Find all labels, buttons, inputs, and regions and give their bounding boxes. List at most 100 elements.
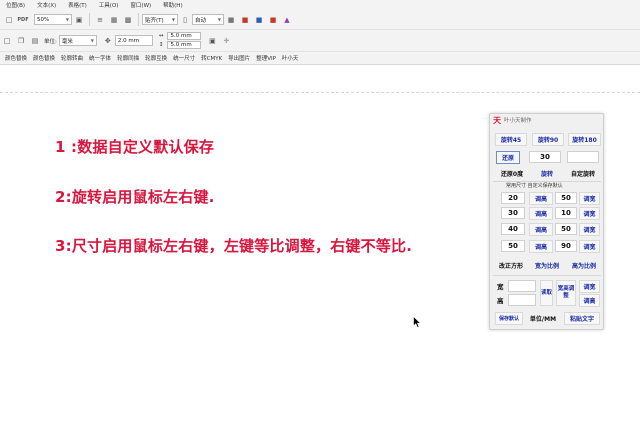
adjust-height-button-1[interactable]: 调高 <box>529 192 553 205</box>
duplicate-icon[interactable]: ▤ <box>30 36 40 46</box>
page-guideline <box>0 92 640 93</box>
height-value-2[interactable]: 30 <box>501 207 525 219</box>
plugin-outline-trace[interactable]: 轮廓同描 <box>114 54 142 62</box>
rulers-icon[interactable]: ≡ <box>95 15 105 25</box>
width-height-adjust-button[interactable]: 宽高调整 <box>556 280 576 306</box>
paste-text-button[interactable]: 粘贴文字 <box>564 312 600 325</box>
width-value-4[interactable]: 90 <box>555 240 577 252</box>
plugin-unify-size[interactable]: 统一尺寸 <box>170 54 198 62</box>
rotate-resize-panel: 天 叶小天制作 旋转45 旋转90 旋转180 还原 30 还原0度 旋转 自定… <box>489 113 604 330</box>
height-value-1[interactable]: 20 <box>501 192 525 204</box>
size-caption: 常用尺寸 自定义保存默认 <box>506 183 563 189</box>
menu-window[interactable]: 窗口(W) <box>130 1 151 9</box>
menu-bar: 位图(B) 文本(X) 表格(T) 工具(O) 窗口(W) 帮助(H) <box>0 0 640 10</box>
unit-select[interactable]: 毫米 ▼ <box>58 35 97 46</box>
plugin-unify-font[interactable]: 统一字体 <box>86 54 114 62</box>
panel-titlebar[interactable]: 天 叶小天制作 <box>490 114 603 126</box>
reset-angle-button[interactable]: 还原 <box>496 151 520 164</box>
height-value-3[interactable]: 40 <box>501 223 525 235</box>
plugin-outline-swap[interactable]: 轮廓互换 <box>142 54 170 62</box>
chevron-down-icon: ▼ <box>65 17 69 22</box>
angle-extra-input[interactable] <box>567 151 599 163</box>
menu-bitmap[interactable]: 位图(B) <box>6 1 25 9</box>
zoom-select[interactable]: 50% ▼ <box>34 14 72 25</box>
author-logo-icon: 天 <box>493 115 501 125</box>
guidelines-icon[interactable]: ▩ <box>123 15 133 25</box>
plugin-to-cmyk[interactable]: 转CMYK <box>198 54 225 62</box>
blue-tool-icon[interactable]: ■ <box>254 15 264 25</box>
panel-title: 叶小天制作 <box>504 118 532 124</box>
divider <box>493 275 601 276</box>
brush-icon[interactable]: ▲ <box>282 15 292 25</box>
read-size-button[interactable]: 读取 <box>540 280 553 306</box>
copy-icon[interactable]: ❐ <box>16 36 26 46</box>
plugin-bar: 颜色替换 颜色替换 轮廓转曲 统一字体 轮廓同描 轮廓互换 统一尺寸 转CMYK… <box>0 52 640 65</box>
menu-text[interactable]: 文本(X) <box>37 1 56 9</box>
add-page-icon[interactable]: ✚ <box>221 36 231 46</box>
unit-label: 单位: <box>44 38 57 45</box>
pdf-icon[interactable]: PDF <box>17 15 28 25</box>
dup-x-field[interactable]: 5.0 mm <box>167 32 202 40</box>
note-line-2: 2:旋转启用鼠标左右键. <box>55 188 215 206</box>
plugin-color-replace-1[interactable]: 颜色替换 <box>2 54 30 62</box>
make-square-button[interactable]: 改正方形 <box>495 259 527 272</box>
adjust-height-button[interactable]: 调高 <box>579 294 600 307</box>
unit-value: 毫米 <box>61 38 73 45</box>
custom-rotate-button[interactable]: 自定旋转 <box>566 167 600 180</box>
snap-icon[interactable]: ▯ <box>180 15 190 25</box>
menu-table[interactable]: 表格(T) <box>68 1 87 9</box>
rotate-45-button[interactable]: 旋转45 <box>495 133 527 146</box>
rotate-180-button[interactable]: 旋转180 <box>568 133 601 146</box>
menu-tools[interactable]: 工具(O) <box>99 1 119 9</box>
page-icon[interactable]: □ <box>2 36 12 46</box>
rotate-button[interactable]: 旋转 <box>533 167 561 180</box>
plugin-outline-to-curve[interactable]: 轮廓转曲 <box>58 54 86 62</box>
full-screen-icon[interactable]: ▣ <box>74 15 84 25</box>
adjust-height-button-2[interactable]: 调高 <box>529 207 553 220</box>
chevron-down-icon: ▼ <box>171 17 175 22</box>
auto-select[interactable]: 自动 ▼ <box>192 14 224 25</box>
nudge-field[interactable]: 2.0 mm <box>114 35 153 46</box>
adjust-width-button[interactable]: 调宽 <box>579 280 600 293</box>
dup-x-value: 5.0 mm <box>170 33 192 39</box>
fill-icon[interactable]: ■ <box>268 15 278 25</box>
export-icon[interactable]: □ <box>4 15 14 25</box>
height-value-4[interactable]: 50 <box>501 240 525 252</box>
plugin-author[interactable]: 叶小天 <box>279 54 302 62</box>
nudge-value: 2.0 mm <box>117 37 140 44</box>
width-input[interactable] <box>508 280 536 292</box>
angle-input[interactable]: 30 <box>529 151 561 163</box>
transform-icon[interactable]: ▣ <box>207 36 217 46</box>
adjust-width-button-1[interactable]: 调宽 <box>579 192 600 205</box>
dup-y-field[interactable]: 5.0 mm <box>167 41 202 49</box>
width-value-1[interactable]: 50 <box>555 192 577 204</box>
color-swatch-icon[interactable]: ■ <box>226 15 236 25</box>
adjust-width-button-3[interactable]: 调宽 <box>579 223 600 236</box>
plugin-color-replace-2[interactable]: 颜色替换 <box>30 54 58 62</box>
width-value-3[interactable]: 50 <box>555 223 577 235</box>
adjust-height-button-3[interactable]: 调高 <box>529 223 553 236</box>
chevron-down-icon: ▼ <box>90 38 94 43</box>
reset-zero-button[interactable]: 还原0度 <box>496 167 528 180</box>
auto-value: 自动 <box>195 17 207 24</box>
width-ratio-button[interactable]: 宽为比例 <box>530 259 564 272</box>
plugin-export-image[interactable]: 导出图片 <box>225 54 253 62</box>
plugin-organize-vip[interactable]: 整理VIP <box>253 54 279 62</box>
rotate-90-button[interactable]: 旋转90 <box>532 133 564 146</box>
adjust-height-button-4[interactable]: 调高 <box>529 240 553 253</box>
grid-icon[interactable]: ▦ <box>109 15 119 25</box>
height-ratio-button[interactable]: 高为比例 <box>567 259 601 272</box>
width-label: 宽 <box>497 283 504 291</box>
red-tool-icon[interactable]: ■ <box>240 15 250 25</box>
height-input[interactable] <box>508 294 536 306</box>
x-offset-icon: ↔ <box>158 33 164 39</box>
menu-help[interactable]: 帮助(H) <box>163 1 182 9</box>
snap-select[interactable]: 贴齐(T) ▼ <box>142 14 178 25</box>
standard-toolbar: □ PDF 50% ▼ ▣ ≡ ▦ ▩ 贴齐(T) ▼ ▯ 自动 ▼ ■ ■ ■ ■ … <box>0 10 640 30</box>
y-offset-icon: ↕ <box>158 42 164 48</box>
save-default-button[interactable]: 保存默认 <box>495 312 523 325</box>
adjust-width-button-2[interactable]: 调宽 <box>579 207 600 220</box>
width-value-2[interactable]: 10 <box>555 207 577 219</box>
adjust-width-button-4[interactable]: 调宽 <box>579 240 600 253</box>
note-line-1: 1 :数据自定义默认保存 <box>55 138 215 156</box>
